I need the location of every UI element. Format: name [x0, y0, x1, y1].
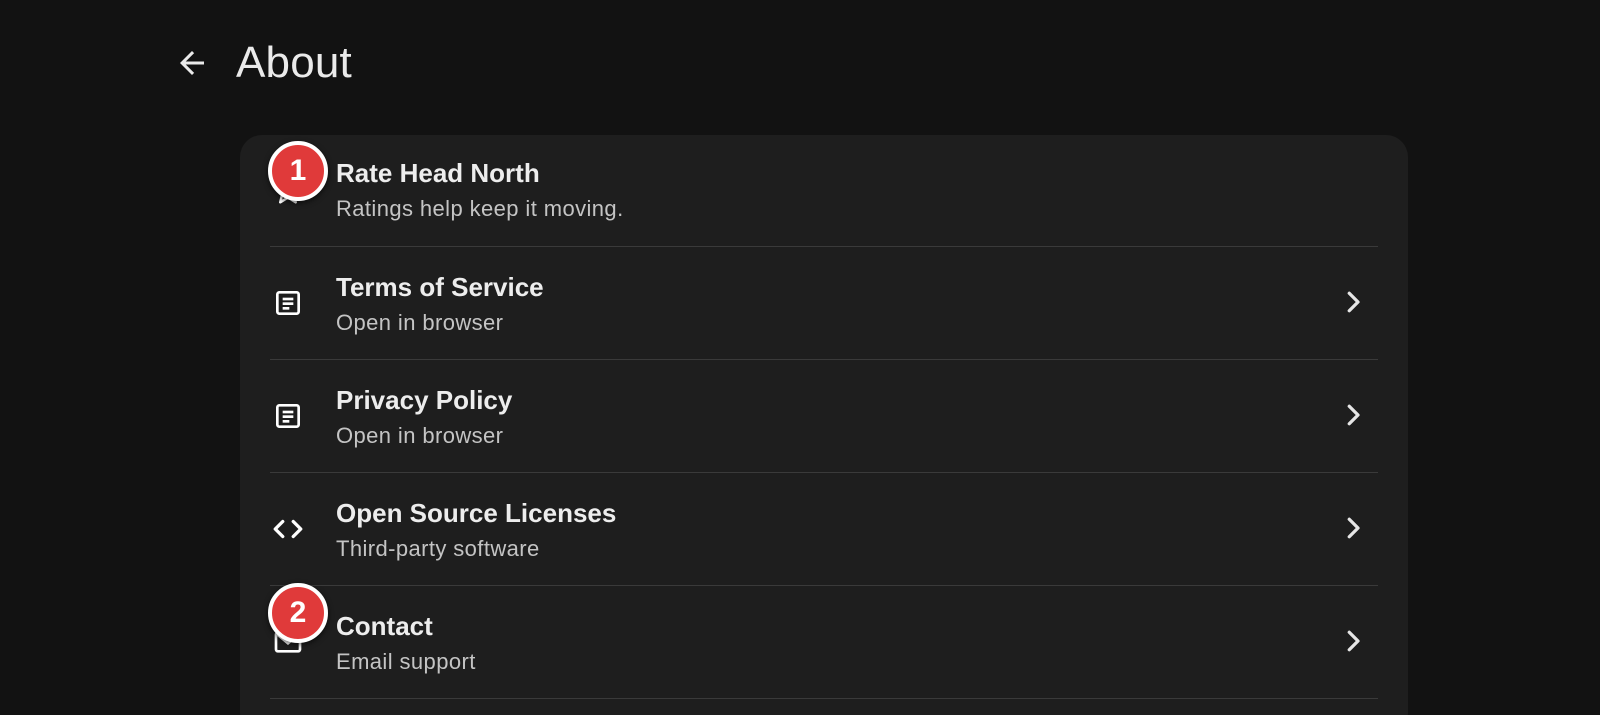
document-icon [270, 285, 306, 321]
privacy-policy-subtitle: Open in browser [336, 423, 504, 448]
chevron-right-icon [1338, 513, 1368, 543]
chevron-right-icon [1338, 287, 1368, 317]
document-icon [270, 398, 306, 434]
annotation-marker-1: 1 [268, 141, 328, 201]
privacy-policy-title: Privacy Policy [336, 385, 513, 415]
open-source-licenses-title: Open Source Licenses [336, 498, 617, 528]
chevron-right-icon [1338, 400, 1368, 430]
privacy-policy-text: Privacy Policy Open in browser [336, 384, 512, 452]
terms-of-service-subtitle: Open in browser [336, 310, 504, 335]
about-screen: About Rate Head North Ratings help keep … [0, 0, 1600, 715]
terms-of-service-item[interactable]: Terms of Service Open in browser [270, 247, 1378, 360]
contact-item[interactable]: Contact Email support [270, 586, 1378, 699]
arrow-left-icon [180, 51, 204, 75]
contact-text: Contact Email support [336, 610, 476, 678]
terms-of-service-title: Terms of Service [336, 272, 544, 302]
about-list: Rate Head North Ratings help keep it mov… [270, 135, 1378, 699]
terms-of-service-text: Terms of Service Open in browser [336, 271, 544, 339]
back-button[interactable] [170, 41, 214, 85]
about-card: Rate Head North Ratings help keep it mov… [240, 135, 1408, 715]
top-app-bar: About [170, 30, 352, 96]
contact-title: Contact [336, 611, 433, 641]
chevron-right-icon [1338, 626, 1368, 656]
code-icon [270, 511, 306, 547]
rate-app-subtitle: Ratings help keep it moving. [336, 196, 624, 221]
rate-app-text: Rate Head North Ratings help keep it mov… [336, 157, 624, 225]
open-source-licenses-subtitle: Third-party software [336, 536, 540, 561]
contact-subtitle: Email support [336, 649, 476, 674]
rate-app-item[interactable]: Rate Head North Ratings help keep it mov… [270, 135, 1378, 247]
open-source-licenses-item[interactable]: Open Source Licenses Third-party softwar… [270, 473, 1378, 586]
open-source-licenses-text: Open Source Licenses Third-party softwar… [336, 497, 616, 565]
annotation-marker-2: 2 [268, 583, 328, 643]
rate-app-title: Rate Head North [336, 158, 540, 188]
privacy-policy-item[interactable]: Privacy Policy Open in browser [270, 360, 1378, 473]
page-title: About [236, 38, 352, 87]
